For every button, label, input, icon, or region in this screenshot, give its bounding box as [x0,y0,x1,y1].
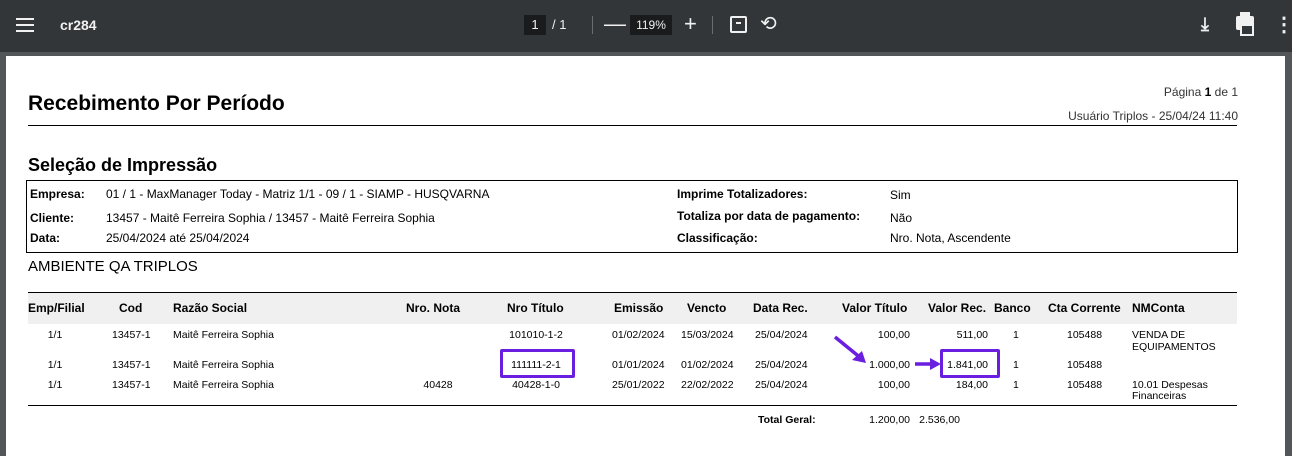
page-indicator: Página 1 de 1 [1163,85,1238,99]
col-header: Nro. Nota [406,301,460,315]
cell-razao: Maitê Ferreira Sophia [173,329,274,341]
highlight-box [500,349,575,378]
page-count: / 1 [552,17,567,32]
empresa-value: 01 / 1 - MaxManager Today - Matriz 1/1 -… [106,187,490,201]
cell-cta: 105488 [1067,359,1103,371]
download-icon[interactable]: ⤓ [1201,12,1209,36]
cell-emp: 1/1 [47,359,63,371]
col-header: Valor Título [842,301,908,315]
col-header: Cta Corrente [1048,301,1121,315]
cell-vencto: 01/02/2024 [681,359,734,371]
cell-valor-rec: 184,00 [955,379,988,391]
zoom-in-button[interactable]: + [684,10,697,38]
col-header: Emp/Filial [28,301,85,315]
selection-box: Empresa: 01 / 1 - MaxManager Today - Mat… [26,180,1238,253]
highlight-box [940,349,1000,378]
cell-banco: 1 [1013,379,1019,391]
col-header: Vencto [687,301,727,315]
col-header: Valor Rec. [928,301,987,315]
cell-nmconta: EQUIPAMENTOS [1132,341,1216,353]
cell-nota: 40428 [423,379,453,391]
cell-emp: 1/1 [47,329,63,341]
col-header: Emissão [614,301,664,315]
cell-cta: 105488 [1067,379,1103,391]
data-label: Data: [30,231,61,245]
cell-banco: 1 [1013,359,1019,371]
cell-razao: Maitê Ferreira Sophia [173,379,274,391]
toolbar-divider [592,16,593,34]
rotate-icon[interactable]: ⟲ [760,12,777,36]
print-icon[interactable] [1236,12,1254,36]
cell-emissao: 01/01/2024 [612,359,665,371]
cell-vencto: 22/02/2022 [681,379,734,391]
cell-datarec: 25/04/2024 [755,329,808,341]
cell-razao: Maitê Ferreira Sophia [173,359,274,371]
selection-title: Seleção de Impressão [28,155,218,175]
cell-titulo: 101010-1-2 [509,329,563,341]
totaliza-label: Totaliza por data de pagamento: [677,209,861,223]
pdf-toolbar: cr284 1 / 1 — 119% + ⟲ ⤓ ⋮ [0,0,1292,52]
cell-nmconta: VENDA DE [1132,329,1186,341]
cell-cta: 105488 [1067,329,1103,341]
user-stamp: Usuário Triplos - 25/04/24 11:40 [1068,109,1238,123]
total-rule [28,405,1237,406]
toolbar-divider [712,16,713,34]
cell-cod: 13457-1 [112,379,151,391]
menu-icon[interactable] [14,14,36,36]
cell-nmconta: Financeiras [1132,390,1187,402]
cell-cod: 13457-1 [112,359,151,371]
cell-banco: 1 [1013,329,1019,341]
total-valor-rec: 2.536,00 [919,414,960,426]
classificacao-label: Classificação: [677,231,758,245]
totalizadores-label: Imprime Totalizadores: [677,187,808,201]
environment-label: AMBIENTE QA TRIPLOS [28,258,198,275]
cell-valor-rec: 511,00 [956,329,988,341]
col-header: Cod [119,301,143,315]
cell-datarec: 25/04/2024 [755,359,808,371]
zoom-level-input[interactable]: 119% [630,15,672,35]
cell-emp: 1/1 [47,379,63,391]
totalizadores-value: Sim [890,188,911,202]
zoom-out-button[interactable]: — [604,11,626,37]
title-rule [28,125,1237,126]
cell-emissao: 25/01/2022 [612,379,665,391]
fit-to-page-icon[interactable] [730,16,747,33]
more-options-icon[interactable]: ⋮ [1274,13,1292,37]
report-title: Recebimento Por Período [28,92,285,115]
cell-datarec: 25/04/2024 [755,379,808,391]
page-number-input[interactable]: 1 [524,15,546,35]
cell-vencto: 15/03/2024 [681,329,734,341]
cliente-label: Cliente: [30,211,75,225]
col-header: Razão Social [173,301,248,315]
cell-cod: 13457-1 [112,329,151,341]
total-label: Total Geral: [758,414,816,426]
arrow-icon [915,358,941,370]
col-header: Data Rec. [753,301,808,315]
document-title: cr284 [60,17,97,33]
col-header: NMConta [1132,301,1185,315]
col-header: Nro Título [507,301,564,315]
table-header: Emp/Filial Cod Razão Social Nro. Nota Nr… [28,292,1237,324]
cell-titulo: 40428-1-0 [512,379,560,391]
arrow-icon [833,335,866,363]
empresa-label: Empresa: [30,187,85,201]
col-header: Banco [994,301,1031,315]
cliente-value: 13457 - Maitê Ferreira Sophia / 13457 - … [106,211,435,225]
pdf-page: Recebimento Por Período Página 1 de 1 Us… [6,56,1285,456]
classificacao-value: Nro. Nota, Ascendente [890,231,1011,245]
cell-emissao: 01/02/2024 [612,329,665,341]
data-value: 25/04/2024 até 25/04/2024 [106,231,250,245]
totaliza-value: Não [890,211,913,225]
